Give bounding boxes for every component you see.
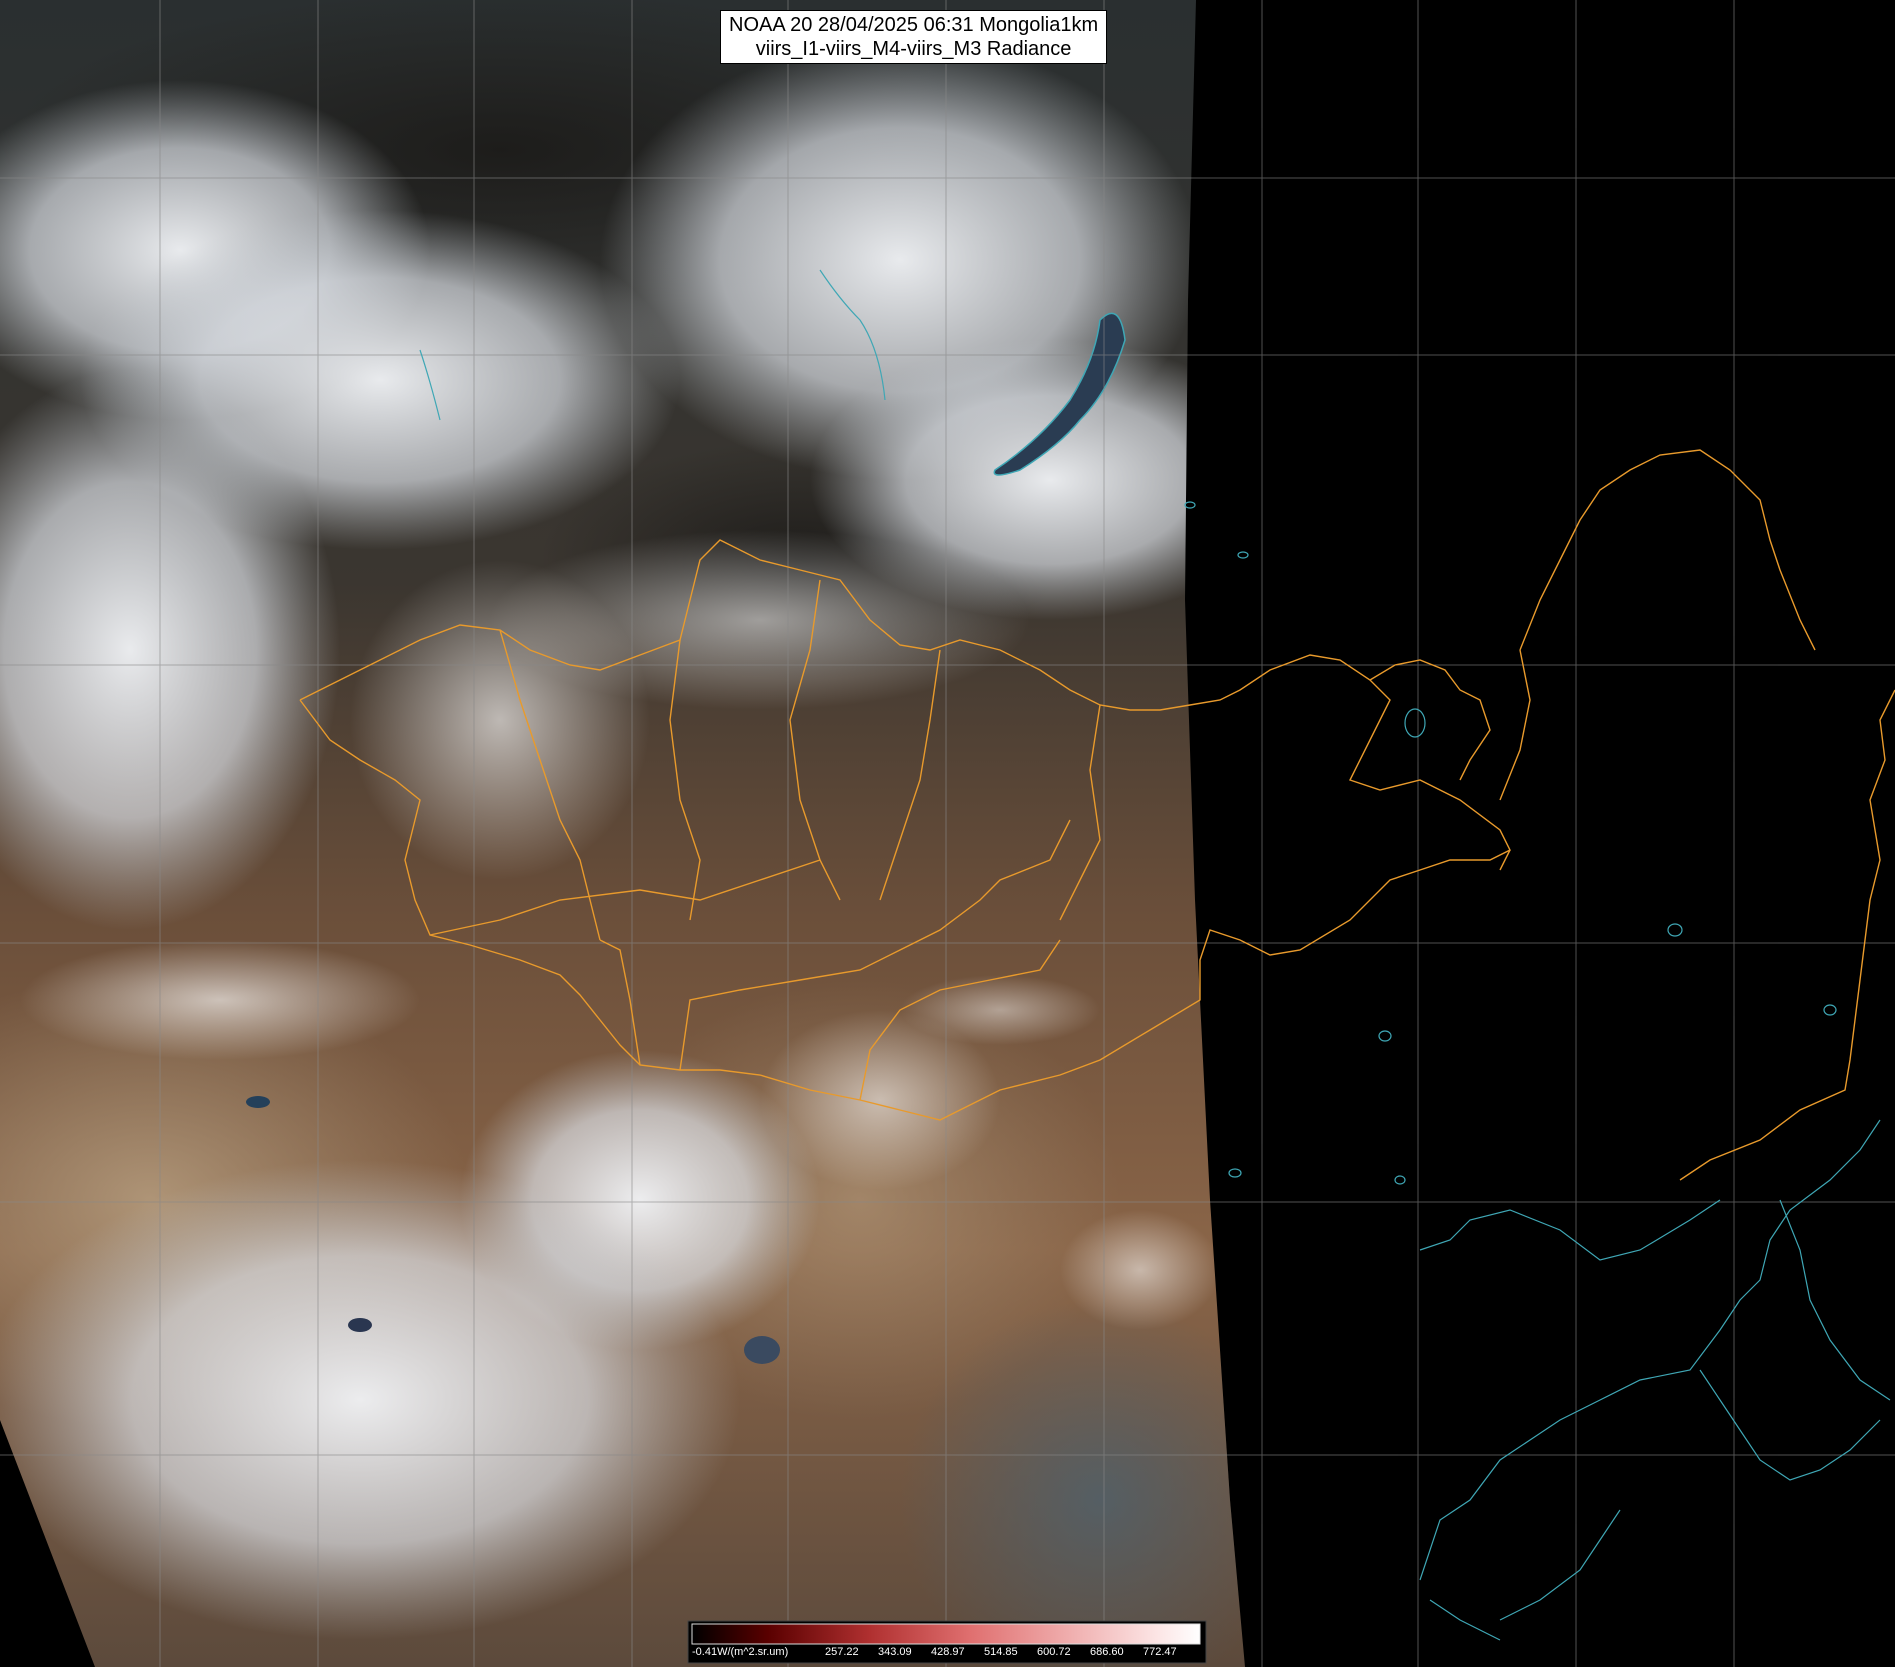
colorbar-tick-label: 514.85 — [984, 1646, 1018, 1658]
colorbar-tick-labels: -0.41W/(m^2.sr.um) 257.22 343.09 428.97 … — [690, 1646, 1204, 1660]
colorbar-tick-label: 428.97 — [931, 1646, 965, 1658]
title-line-2: viirs_I1-viirs_M4-viirs_M3 Radiance — [755, 38, 1072, 60]
colorbar-tick-label: 257.22 — [825, 1646, 859, 1658]
colorbar-labels-container: -0.41W/(m^2.sr.um) 257.22 343.09 428.97 … — [688, 1621, 1206, 1663]
title-line-1: NOAA 20 28/04/2025 06:31 Mongolia1km — [729, 14, 1099, 36]
image-title: NOAA 20 28/04/2025 06:31 Mongolia1km vii… — [720, 10, 1108, 64]
colorbar-tick-label: 600.72 — [1037, 1646, 1071, 1658]
colorbar-tick-label: 772.47 — [1143, 1646, 1177, 1658]
colorbar-tick-label: -0.41W/(m^2.sr.um) — [692, 1646, 789, 1658]
satellite-image — [0, 0, 1895, 1667]
colorbar-tick-label: 686.60 — [1090, 1646, 1124, 1658]
satellite-swath — [0, 0, 1245, 1667]
colorbar-tick-label: 343.09 — [878, 1646, 912, 1658]
